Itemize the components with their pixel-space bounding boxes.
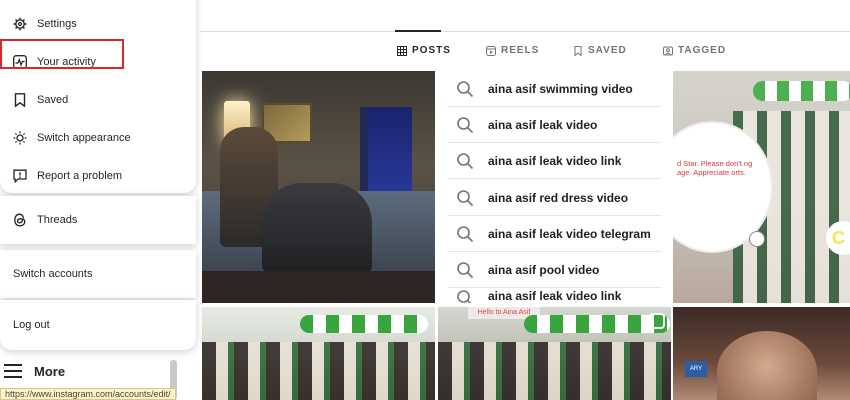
menu-item-label: Settings bbox=[37, 18, 77, 30]
search-icon bbox=[457, 80, 474, 97]
post-thumbnail[interactable] bbox=[202, 71, 435, 303]
highlight-annotation-box bbox=[0, 39, 124, 69]
threads-icon bbox=[14, 213, 26, 227]
menu-item-label: Switch accounts bbox=[13, 268, 93, 280]
menu-item-label: Threads bbox=[37, 214, 78, 226]
search-suggestion[interactable]: aina asif red dress video bbox=[448, 180, 661, 216]
search-suggestion-text: aina asif swimming video bbox=[488, 81, 633, 96]
post-thumbnail[interactable] bbox=[202, 307, 435, 400]
search-suggestion[interactable]: aina asif leak video telegram bbox=[448, 216, 661, 252]
menu-item-saved[interactable]: Saved bbox=[8, 83, 188, 117]
tabs-divider bbox=[200, 31, 850, 32]
more-label: More bbox=[34, 363, 66, 379]
tab-reels-label: REELS bbox=[501, 45, 540, 56]
search-icon bbox=[457, 116, 474, 133]
search-icon bbox=[457, 261, 474, 278]
tab-tagged[interactable]: TAGGED bbox=[663, 45, 726, 56]
bookmark-icon bbox=[574, 45, 582, 56]
search-suggestion[interactable]: aina asif leak video link bbox=[448, 289, 661, 303]
search-suggestion-text: aina asif leak video link bbox=[488, 153, 622, 168]
logout-group: Log out bbox=[0, 300, 196, 350]
search-suggestion[interactable]: aina asif swimming video bbox=[448, 71, 661, 107]
search-suggestion-text: aina asif leak video telegram bbox=[488, 226, 651, 241]
tab-saved[interactable]: SAVED bbox=[573, 45, 627, 56]
more-button[interactable]: More bbox=[0, 358, 196, 384]
menu-item-log-out[interactable]: Log out bbox=[13, 308, 193, 342]
menu-item-label: Saved bbox=[37, 94, 69, 106]
menu-item-threads[interactable]: Threads bbox=[8, 203, 188, 237]
menu-item-report-problem[interactable]: Report a problem bbox=[8, 159, 188, 193]
menu-item-switch-accounts[interactable]: Switch accounts bbox=[13, 257, 193, 291]
search-suggestion-text: aina asif red dress video bbox=[488, 190, 629, 205]
post-thumbnail[interactable]: ARY bbox=[673, 307, 850, 400]
menu-item-label: Log out bbox=[13, 319, 50, 331]
search-suggestion-text: aina asif leak video link bbox=[488, 289, 622, 303]
search-suggestion[interactable]: aina asif leak video bbox=[448, 107, 661, 143]
post-thumbnail[interactable]: Hello to Aina Asif bbox=[438, 307, 671, 400]
search-icon bbox=[457, 189, 474, 206]
search-suggestions-panel: aina asif swimming video aina asif leak … bbox=[438, 71, 671, 303]
channel-logo: ARY bbox=[685, 361, 707, 377]
bookmark-icon bbox=[14, 93, 26, 107]
tab-posts[interactable]: POSTS bbox=[397, 45, 451, 56]
tab-tagged-label: TAGGED bbox=[678, 45, 727, 56]
threads-group: Threads bbox=[0, 196, 196, 244]
status-bar-url: https://www.instagram.com/accounts/edit/ bbox=[0, 388, 176, 400]
tag-icon bbox=[663, 46, 673, 55]
switch-accounts-group: Switch accounts bbox=[0, 250, 196, 298]
tab-reels[interactable]: REELS bbox=[486, 45, 539, 56]
post-thumbnail[interactable]: d Star. Please don't ng age. Appreciate … bbox=[673, 71, 850, 303]
tab-posts-label: POSTS bbox=[412, 45, 451, 56]
tab-saved-label: SAVED bbox=[588, 45, 627, 56]
reels-icon bbox=[486, 45, 496, 56]
menu-item-switch-appearance[interactable]: Switch appearance bbox=[8, 121, 188, 155]
search-suggestion-text: aina asif leak video bbox=[488, 117, 598, 132]
sun-icon bbox=[13, 131, 27, 145]
hamburger-icon bbox=[4, 364, 22, 378]
search-suggestion[interactable]: aina asif leak video link bbox=[448, 143, 661, 179]
gear-icon bbox=[13, 17, 27, 31]
report-icon bbox=[13, 169, 27, 183]
more-menu: Settings Your activity Saved Switch appe… bbox=[0, 0, 196, 193]
active-tab-indicator bbox=[395, 30, 441, 32]
menu-item-label: Switch appearance bbox=[37, 132, 131, 144]
menu-item-settings[interactable]: Settings bbox=[8, 7, 188, 41]
search-icon bbox=[457, 152, 474, 169]
search-suggestion[interactable]: aina asif pool video bbox=[448, 252, 661, 288]
search-icon bbox=[457, 290, 472, 303]
search-icon bbox=[457, 225, 474, 242]
cloud-text: d Star. Please don't ng age. Appreciate … bbox=[677, 159, 753, 177]
grid-icon bbox=[397, 45, 407, 56]
search-suggestion-text: aina asif pool video bbox=[488, 262, 600, 277]
reel-indicator-icon bbox=[649, 313, 665, 329]
menu-item-label: Report a problem bbox=[37, 170, 122, 182]
